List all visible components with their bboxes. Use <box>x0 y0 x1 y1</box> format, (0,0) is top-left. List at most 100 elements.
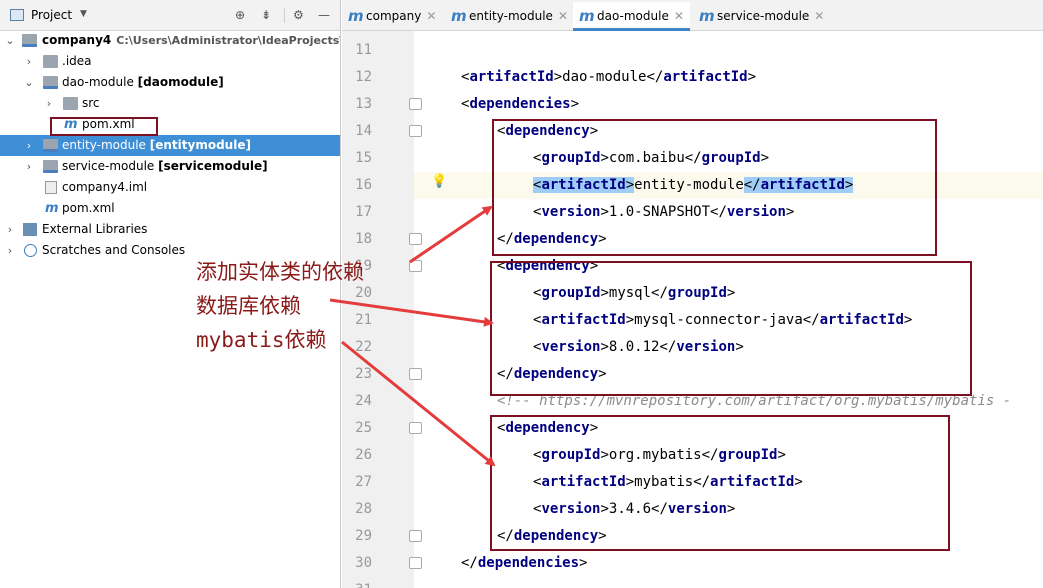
maven-icon: m <box>579 7 595 25</box>
close-icon[interactable]: ✕ <box>814 9 824 23</box>
project-panel-title[interactable]: Project <box>31 8 72 22</box>
pom-highlight-box <box>50 117 158 136</box>
project-path: C:\Users\Administrator\IdeaProjects\co <box>116 34 341 47</box>
line-number: 17 <box>355 204 372 220</box>
code-line-30: </dependencies> <box>461 555 588 571</box>
tree-item-label: company4.iml <box>62 180 148 194</box>
line-number: 13 <box>355 96 372 112</box>
tree-item-label: entity-module <box>62 138 146 152</box>
code-line-12: <artifactId>dao-module</artifactId> <box>461 69 757 85</box>
annotation-database: 数据库依赖 <box>196 294 301 318</box>
editor-tabs: m company ✕ m entity-module ✕ m dao-module ✕ m… <box>342 0 1043 31</box>
maven-icon: m <box>348 7 364 25</box>
fold-marker[interactable] <box>409 530 422 542</box>
mysql-dependency-box <box>490 261 972 396</box>
folder-module-icon <box>43 160 58 173</box>
tree-item-label: External Libraries <box>42 222 148 236</box>
line-number: 29 <box>355 528 372 544</box>
fold-marker[interactable] <box>409 260 422 272</box>
line-number: 30 <box>355 555 372 571</box>
chevron-right-icon[interactable]: › <box>4 219 16 240</box>
chevron-right-icon[interactable]: › <box>4 240 16 261</box>
fold-marker[interactable] <box>409 368 422 380</box>
fold-marker[interactable] <box>409 125 422 137</box>
tab-label: dao-module <box>597 9 669 23</box>
chevron-right-icon[interactable]: › <box>23 156 35 177</box>
fold-marker[interactable] <box>409 98 422 110</box>
line-number: 11 <box>355 42 372 58</box>
tree-item-label: service-module <box>62 159 155 173</box>
chevron-down-icon[interactable]: ⌄ <box>23 72 35 93</box>
line-number: 23 <box>355 366 372 382</box>
mybatis-dependency-box <box>490 415 950 551</box>
line-number: 14 <box>355 123 372 139</box>
chevron-right-icon[interactable]: › <box>43 93 55 114</box>
tree-item-label: company4 <box>42 33 112 47</box>
tree-item-src[interactable]: › src <box>0 93 340 114</box>
line-number: 16 <box>355 177 372 193</box>
folder-module-icon <box>43 76 58 89</box>
module-name: [servicemodule] <box>158 159 268 173</box>
chevron-right-icon[interactable]: › <box>23 51 35 72</box>
line-number: 26 <box>355 447 372 463</box>
entity-dependency-box <box>492 119 937 256</box>
tab-entity-module[interactable]: m entity-module ✕ <box>445 2 570 31</box>
tree-item-root-pom[interactable]: m pom.xml <box>0 198 340 219</box>
maven-icon: m <box>45 201 59 216</box>
line-number: 31 <box>342 577 372 588</box>
maven-icon: m <box>451 7 467 25</box>
scratches-icon <box>24 244 37 257</box>
tree-item-label: Scratches and Consoles <box>42 243 186 257</box>
maven-icon: m <box>699 7 715 25</box>
folder-module-icon <box>22 34 37 47</box>
fold-marker[interactable] <box>409 233 422 245</box>
line-number: 15 <box>355 150 372 166</box>
line-number: 18 <box>355 231 372 247</box>
tree-item-idea[interactable]: › .idea <box>0 51 340 72</box>
line-number: 22 <box>355 339 372 355</box>
tab-dao-module[interactable]: m dao-module ✕ <box>573 2 690 31</box>
tree-item-company4[interactable]: ⌄ company4 C:\Users\Administrator\IdeaPro… <box>0 30 340 51</box>
line-number: 24 <box>355 393 372 409</box>
tree-item-external-libraries[interactable]: › External Libraries <box>0 219 340 240</box>
tab-service-module[interactable]: m service-module ✕ <box>693 2 828 31</box>
close-icon[interactable]: ✕ <box>426 9 436 23</box>
project-panel-header: Project ▼ ⊕ ⇟ ⚙ — <box>0 0 340 31</box>
fold-marker[interactable] <box>409 422 422 434</box>
chevron-down-icon[interactable]: ▼ <box>80 9 87 19</box>
close-icon[interactable]: ✕ <box>674 9 684 23</box>
locate-target-icon[interactable]: ⊕ <box>235 8 245 22</box>
tree-item-label: pom.xml <box>62 201 115 215</box>
line-number: 25 <box>355 420 372 436</box>
tree-item-label: dao-module <box>62 75 134 89</box>
tab-label: entity-module <box>469 9 553 23</box>
tree-item-service-module[interactable]: › service-module [servicemodule] <box>0 156 340 177</box>
gear-icon[interactable]: ⚙ <box>293 8 304 22</box>
lightbulb-icon[interactable]: 💡 <box>431 174 447 190</box>
line-number: 21 <box>355 312 372 328</box>
fold-marker[interactable] <box>409 557 422 569</box>
tab-label: service-module <box>717 9 810 23</box>
tab-label: company <box>366 9 422 23</box>
chevron-down-icon[interactable]: ⌄ <box>4 30 16 51</box>
tree-item-dao-module[interactable]: ⌄ dao-module [daomodule] <box>0 72 340 93</box>
folder-icon <box>43 55 58 68</box>
tab-company[interactable]: m company ✕ <box>342 2 442 31</box>
chevron-right-icon[interactable]: › <box>23 135 35 156</box>
libraries-icon <box>23 223 37 236</box>
line-number: 28 <box>355 501 372 517</box>
line-number: 27 <box>355 474 372 490</box>
code-line-13: <dependencies> <box>461 96 580 112</box>
tree-item-iml[interactable]: company4.iml <box>0 177 340 198</box>
project-view-icon <box>10 9 24 21</box>
collapse-all-icon[interactable]: ⇟ <box>261 8 271 22</box>
close-icon[interactable]: ✕ <box>558 9 568 23</box>
annotation-mybatis: mybatis依赖 <box>196 328 327 352</box>
folder-module-icon <box>43 139 58 152</box>
hide-panel-icon[interactable]: — <box>318 8 330 22</box>
tree-item-label: .idea <box>62 54 92 68</box>
annotation-entity: 添加实体类的依赖 <box>196 260 364 284</box>
tree-item-entity-module[interactable]: › entity-module [entitymodule] <box>0 135 340 156</box>
module-name: [entitymodule] <box>149 138 251 152</box>
line-number: 12 <box>355 69 372 85</box>
